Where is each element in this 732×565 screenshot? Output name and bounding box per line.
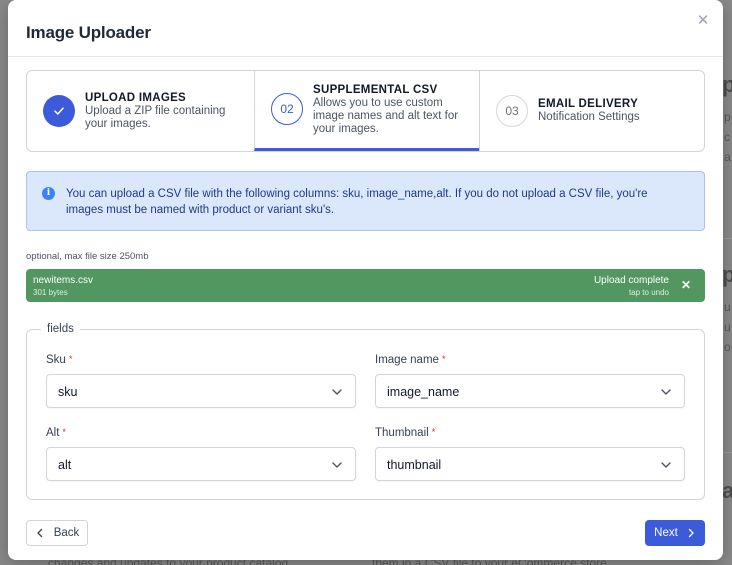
step-supplemental-csv[interactable]: 02 SUPPLEMENTAL CSV Allows you to use cu… [254,71,479,151]
chevron-left-icon [37,528,42,538]
step-description: Upload a ZIP file containing your images… [85,104,226,130]
fields-group: fields Sku * sku Image name * image_name A… [26,323,705,500]
background-heading-fragment: p [722,262,732,287]
step-description: Allows you to use custom image names and… [313,96,459,135]
required-marker: * [441,354,446,364]
step-upload-images[interactable]: UPLOAD IMAGES Upload a ZIP file containi… [27,71,254,151]
alt-select[interactable]: alt [46,447,356,481]
sku-label-text: Sku [46,354,66,366]
background-text-fragment: o [724,340,731,354]
alt-label: Alt * [46,427,66,439]
sku-select[interactable]: sku [46,374,356,408]
required-marker: * [68,354,73,364]
info-icon: i [42,187,55,200]
chevron-right-icon [688,528,694,538]
image-name-label-text: Image name [375,354,439,366]
background-text-fragment: c [724,130,730,144]
required-marker: * [431,427,436,437]
step-description: Notification Settings [538,111,640,123]
background-heading-fragment: a [722,478,732,503]
image-name-select-value: image_name [387,385,460,399]
step-title: SUPPLEMENTAL CSV [313,83,438,96]
step-title: UPLOAD IMAGES [85,91,187,104]
step-title: EMAIL DELIVERY [538,98,639,110]
image-name-select[interactable]: image_name [375,374,685,408]
next-button[interactable]: Next [645,520,705,546]
upload-status: Upload complete [593,275,669,286]
step-email-delivery[interactable]: 03 EMAIL DELIVERY Notification Settings [479,71,704,151]
back-button[interactable]: Back [26,520,88,546]
background-text-fragment: a [724,150,731,164]
image-name-label: Image name * [375,354,445,366]
check-icon [43,95,75,127]
remove-file-icon[interactable]: ✕ [679,278,693,292]
file-name: newitems.csv [33,275,94,286]
sku-label: Sku * [46,354,72,366]
info-alert: i You can upload a CSV file with the fol… [26,171,705,231]
image-uploader-modal: Image Uploader ✕ UPLOAD IMAGES Upload a … [8,0,723,560]
file-size: 301 bytes [33,288,68,297]
thumbnail-select[interactable]: thumbnail [375,447,685,481]
undo-hint[interactable]: tap to undo [629,288,669,297]
background-text-fragment: u [724,300,731,314]
file-size-hint: optional, max file size 250mb [26,251,149,262]
thumbnail-label-text: Thumbnail [375,427,429,439]
background-heading-fragment: p [722,72,732,97]
background-text-fragment: u [724,320,731,334]
modal-title: Image Uploader [26,23,151,42]
chevron-down-icon [332,389,342,395]
chevron-down-icon [661,389,671,395]
chevron-down-icon [661,462,671,468]
step-number: 02 [271,92,303,125]
modal-header: Image Uploader ✕ [8,0,723,57]
thumbnail-label: Thumbnail * [375,427,435,439]
next-button-label: Next [654,527,678,539]
step-number: 03 [496,95,528,127]
uploaded-file-item[interactable]: newitems.csv 301 bytes Upload complete t… [26,269,705,302]
info-text: You can upload a CSV file with the follo… [66,188,648,216]
chevron-down-icon [332,462,342,468]
alt-select-value: alt [58,458,72,472]
fields-legend: fields [41,323,80,335]
background-text-fragment: p [724,110,731,124]
alt-label-text: Alt [46,427,60,439]
back-button-label: Back [53,527,80,539]
required-marker: * [62,427,66,437]
thumbnail-select-value: thumbnail [387,458,442,472]
progress-stepper: UPLOAD IMAGES Upload a ZIP file containi… [26,70,705,152]
sku-select-value: sku [58,385,78,399]
close-icon[interactable]: ✕ [695,13,711,29]
